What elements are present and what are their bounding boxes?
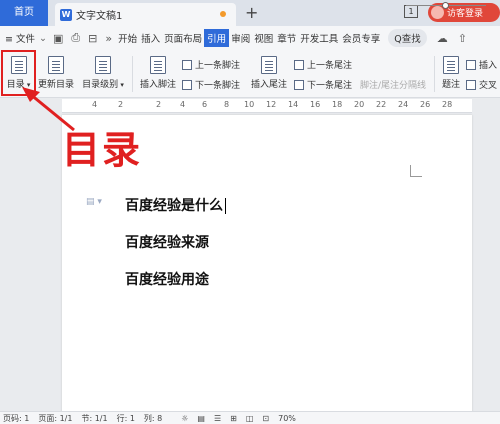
status-pages: 页面: 1/1 <box>38 413 73 423</box>
page-view-icon[interactable]: ▤ <box>197 414 205 423</box>
status-bar: 页码: 1 页面: 1/1 节: 1/1 行: 1 列: 8 ☼ ▤ ☰ ⊞ ◫… <box>0 411 500 424</box>
fit-width-icon[interactable]: ⊡ <box>262 414 269 423</box>
annotation-label: 目录 <box>62 128 143 172</box>
outline-view-icon[interactable]: ☰ <box>214 414 221 423</box>
status-row: 行: 1 <box>116 413 135 423</box>
zoom-level[interactable]: 70% <box>278 414 296 423</box>
status-column: 列: 8 <box>143 413 163 423</box>
annotation-arrow <box>22 87 75 132</box>
eye-protect-icon[interactable]: ☼ <box>181 414 188 423</box>
web-view-icon[interactable]: ⊞ <box>230 414 237 423</box>
status-section: 节: 1/1 <box>81 413 108 423</box>
status-page[interactable]: 页码: 1 <box>3 413 29 424</box>
zoom-slider-handle[interactable] <box>442 2 449 9</box>
read-view-icon[interactable]: ◫ <box>246 414 254 423</box>
